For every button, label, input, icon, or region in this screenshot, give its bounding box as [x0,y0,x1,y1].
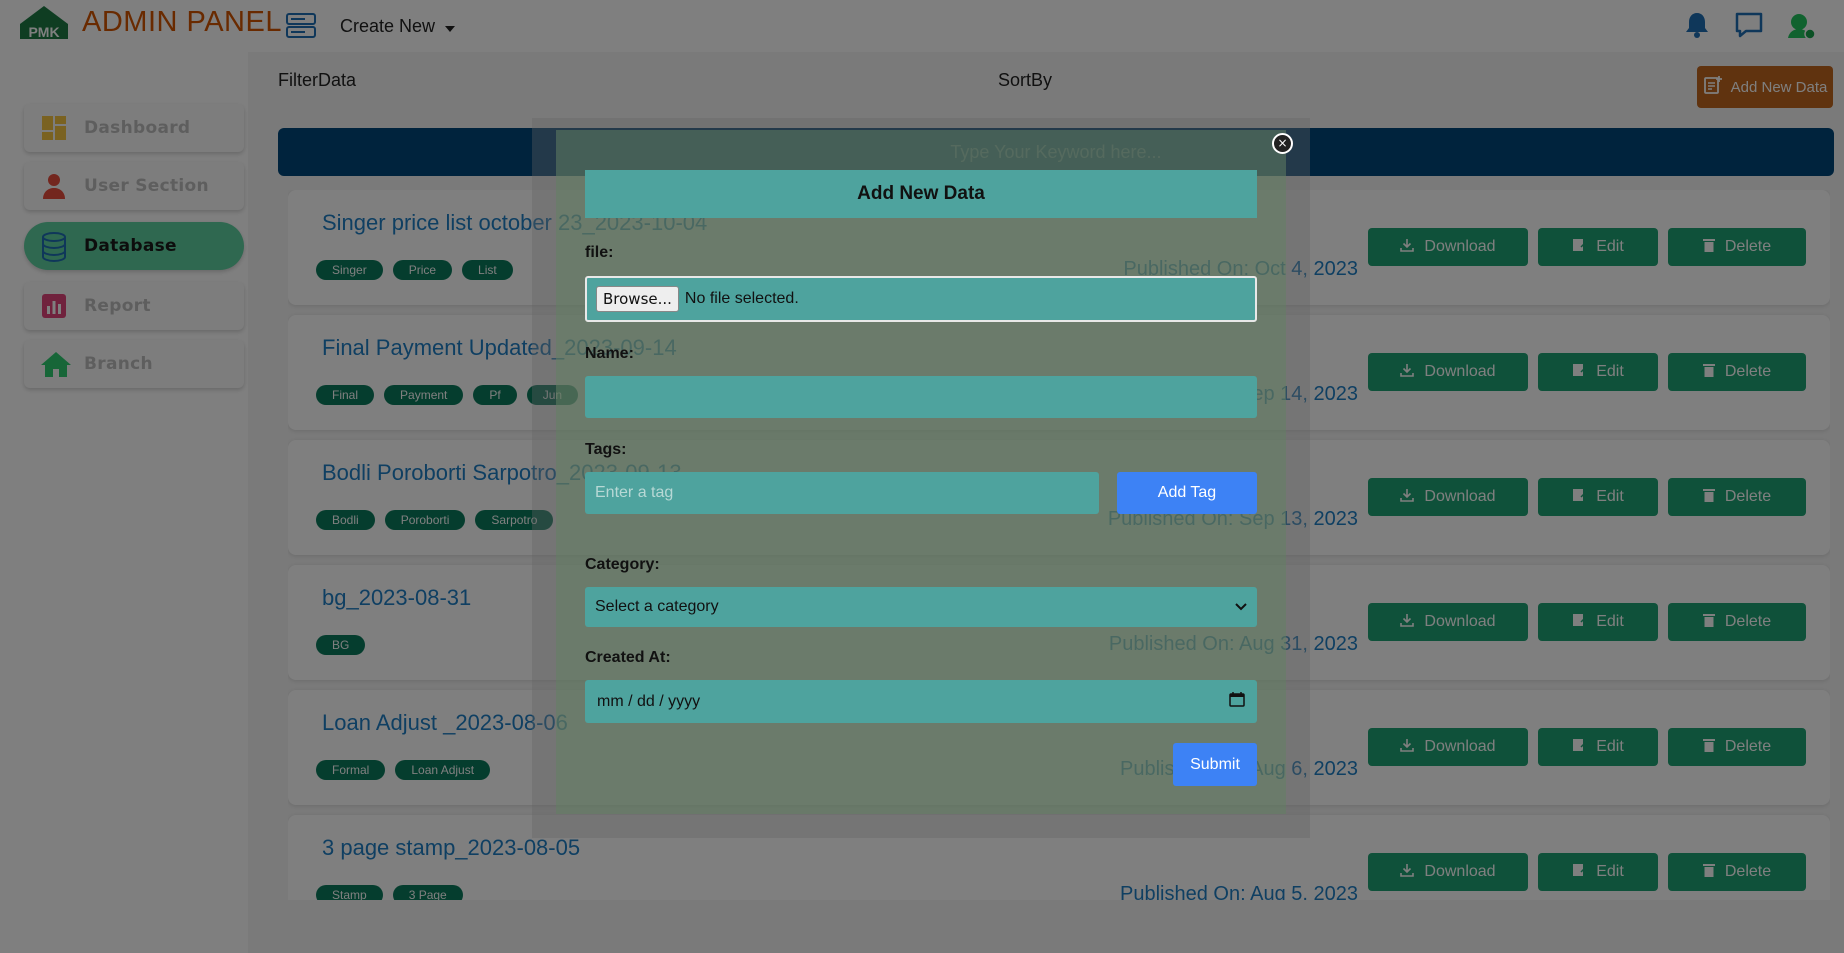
category-label: Category: [585,556,660,573]
file-input[interactable]: Browse... No file selected. [585,276,1257,322]
category-select[interactable]: Select a category [585,587,1257,627]
created-at-label: Created At: [585,649,671,666]
category-selected-value: Select a category [595,598,719,615]
modal-title: Add New Data [585,170,1257,218]
date-value: mm / dd / yyyy [597,692,701,710]
name-input[interactable] [585,376,1257,418]
add-tag-button[interactable]: Add Tag [1117,472,1257,514]
tags-label: Tags: [585,441,627,458]
chevron-down-icon [1235,598,1247,616]
file-status: No file selected. [684,290,799,307]
file-label: file: [585,244,614,261]
submit-button[interactable]: Submit [1173,743,1257,786]
calendar-icon[interactable] [1229,691,1245,712]
close-icon[interactable]: × [1272,133,1293,154]
created-at-date-input[interactable]: mm / dd / yyyy [585,680,1257,723]
tag-input[interactable] [585,472,1099,514]
browse-button[interactable]: Browse... [596,286,679,312]
name-label: Name: [585,345,634,362]
